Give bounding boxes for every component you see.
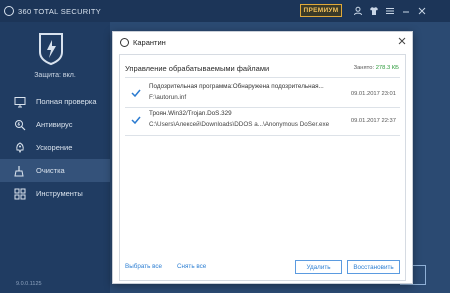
checkmark-icon[interactable] [131,88,141,98]
divider [125,77,400,78]
occupied-space: Занято: 278.3 КБ [354,65,399,71]
broom-icon [14,165,26,177]
section-title: Управление обрабатываемыми файлами [125,64,270,73]
sidebar-item-cleanup[interactable]: Очистка [0,159,110,182]
dialog-title: Карантин [133,37,166,47]
window-close-icon[interactable] [416,4,428,17]
delete-button[interactable]: Удалить [295,260,342,274]
sidebar-item-label: Полная проверка [36,97,97,106]
sidebar-item-label: Антивирус [36,120,73,129]
sidebar-item-antivirus[interactable]: Антивирус [0,113,110,136]
threat-path: C:\Users\Алексей\Downloads\DDOS а...\Ano… [149,121,330,128]
threat-name: Троян.Win32/Trojan.DoS.329 [149,110,232,117]
sidebar-item-label: Очистка [36,166,65,175]
premium-button[interactable]: ПРЕМИУМ [300,4,342,17]
occupied-label: Занято: [353,65,375,71]
antivirus-icon [14,119,26,131]
sidebar-item-full-scan[interactable]: Полная проверка [0,90,110,113]
speedup-icon [14,141,26,154]
title-bar: 360 TOTAL SECURITY ПРЕМИУМ [0,0,450,22]
skin-shirt-icon[interactable] [368,4,380,17]
shield-icon [39,33,63,66]
app-title-text: 360 TOTAL SECURITY [18,6,102,16]
sidebar-item-speedup[interactable]: Ускорение [0,136,110,159]
dialog-header: Карантин [113,32,412,52]
quarantine-panel: Управление обрабатываемыми файлами Занят… [119,54,406,281]
app-logo-icon [4,6,14,16]
protection-status: Защита: вкл. [34,72,76,79]
menu-icon[interactable] [384,4,396,17]
computer-scan-icon [14,96,26,108]
checkmark-icon[interactable] [131,115,141,125]
threat-path: F:\autorun.inf [149,94,187,101]
divider [125,135,400,136]
threat-date: 09.01.2017 23:01 [350,91,396,97]
sidebar-nav: Полная проверка Антивирус Ускорение Очис… [0,90,110,205]
deselect-all-link[interactable]: Снять все [177,263,206,270]
app-version: 9.0.0.1125 [16,281,42,287]
restore-button[interactable]: Восстановить [347,260,400,274]
occupied-value: 278.3 КБ [375,65,399,71]
sidebar: Защита: вкл. Полная проверка Антивирус У… [0,22,110,293]
divider [125,107,400,108]
sidebar-item-tools[interactable]: Инструменты [0,182,110,205]
app-logo-icon [120,37,129,47]
quarantine-dialog: Карантин Управление обрабатываемыми файл… [112,31,413,284]
sidebar-item-label: Ускорение [36,143,73,152]
sidebar-item-label: Инструменты [36,189,83,198]
app-title: 360 TOTAL SECURITY [4,4,101,18]
threat-name: Подозрительная программа:Обнаружена подо… [149,83,324,90]
quarantine-item[interactable]: Подозрительная программа:Обнаружена подо… [125,82,400,106]
quarantine-item[interactable]: Троян.Win32/Trojan.DoS.329 C:\Users\Алек… [125,109,400,133]
close-icon[interactable] [397,36,407,46]
tools-icon [14,188,26,200]
minimize-icon[interactable] [400,4,412,17]
threat-date: 09.01.2017 22:37 [350,118,396,124]
select-all-link[interactable]: Выбрать все [125,263,162,270]
account-icon[interactable] [352,4,364,17]
